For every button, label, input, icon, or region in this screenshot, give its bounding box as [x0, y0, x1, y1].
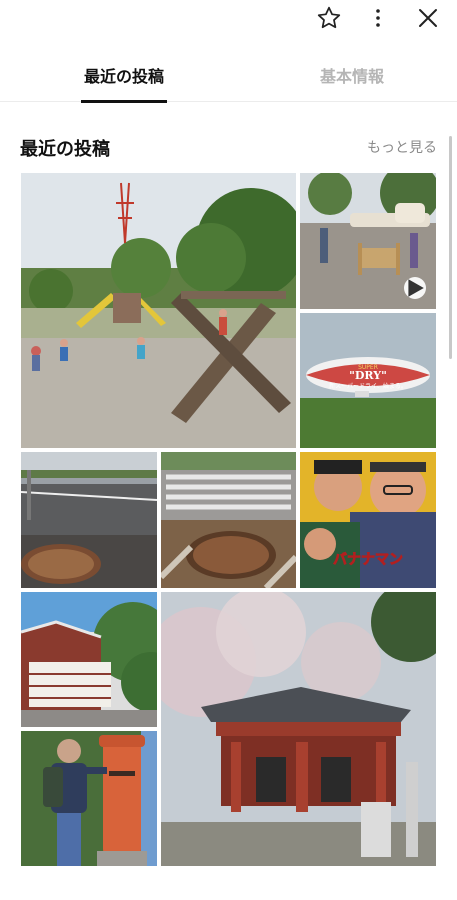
section-title: 最近の投稿	[20, 139, 110, 160]
see-more-link[interactable]: もっと見る	[367, 137, 437, 157]
blimp-text-slogan: 新スーパードライ、始まる。	[329, 382, 407, 390]
more-vertical-icon[interactable]	[364, 4, 392, 32]
photo-dry-blimp[interactable]: SUPER "DRY" 新スーパードライ、始まる。	[300, 313, 436, 448]
photo-postbox[interactable]	[21, 731, 157, 866]
scrollbar[interactable]	[449, 136, 452, 359]
photo-barn-house[interactable]	[21, 592, 157, 727]
photo-playground[interactable]	[21, 173, 296, 448]
blimp-text-dry: "DRY"	[349, 369, 387, 382]
photo-manhole-crosswalk[interactable]	[161, 452, 296, 588]
photo-wooden-structure[interactable]	[300, 173, 436, 309]
top-toolbar	[0, 0, 457, 36]
photo-temple-gate-blossoms[interactable]	[161, 592, 436, 866]
close-icon[interactable]	[414, 4, 442, 32]
star-icon[interactable]	[315, 4, 343, 32]
tab-basic-info[interactable]: 基本情報	[302, 48, 402, 102]
play-icon	[404, 277, 426, 299]
photo-grid: SUPER "DRY" 新スーパードライ、始まる。 バナナマン	[21, 173, 436, 866]
photo-manhole-roadside[interactable]	[21, 452, 157, 588]
poster-title: バナナマン	[333, 552, 403, 568]
tab-bar: 最近の投稿 基本情報	[0, 48, 457, 103]
photo-tv-show-poster[interactable]: バナナマン	[300, 452, 436, 588]
tab-recent-posts[interactable]: 最近の投稿	[74, 48, 174, 103]
